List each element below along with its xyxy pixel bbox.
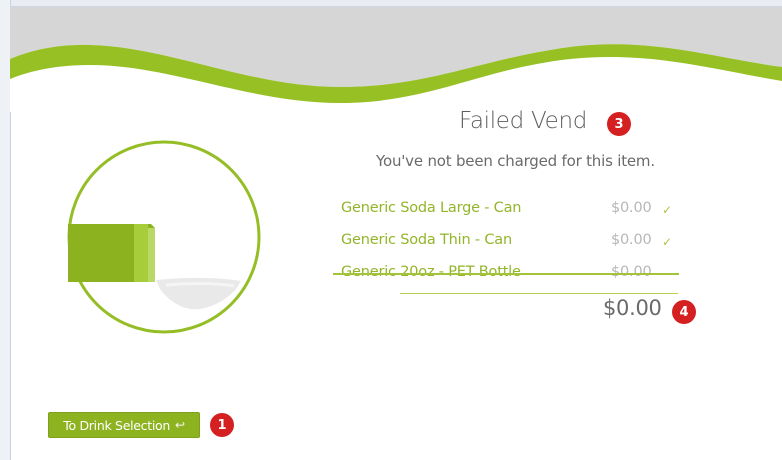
order-total: $0.00 (603, 296, 662, 320)
annotation-badge-4: 4 (672, 300, 696, 324)
item-price-failed: $0.00 (611, 264, 652, 280)
header-wave-graphic (10, 7, 782, 112)
button-label: To Drink Selection (63, 417, 170, 433)
item-name: Generic Soda Thin - Can (341, 232, 512, 248)
item-price: $0.00 (611, 232, 652, 248)
annotation-badge-1: 1 (210, 413, 234, 437)
check-icon: ✓ (662, 203, 673, 217)
vend-failure-illustration (67, 140, 261, 334)
return-arrow-icon: ↩ (174, 418, 185, 432)
to-drink-selection-button[interactable]: To Drink Selection ↩ (48, 412, 200, 438)
strikethrough-line (333, 273, 679, 275)
page-subtitle: You've not been charged for this item. (376, 152, 655, 170)
check-icon: ✓ (662, 235, 673, 249)
annotation-badge-3: 3 (607, 112, 631, 136)
page-title: Failed Vend (459, 108, 588, 134)
item-price: $0.00 (611, 200, 652, 216)
window-top-border (0, 0, 782, 7)
total-divider (400, 293, 678, 294)
item-name-failed: Generic 20oz - PET Bottle (341, 264, 521, 280)
item-name: Generic Soda Large - Can (341, 200, 522, 216)
